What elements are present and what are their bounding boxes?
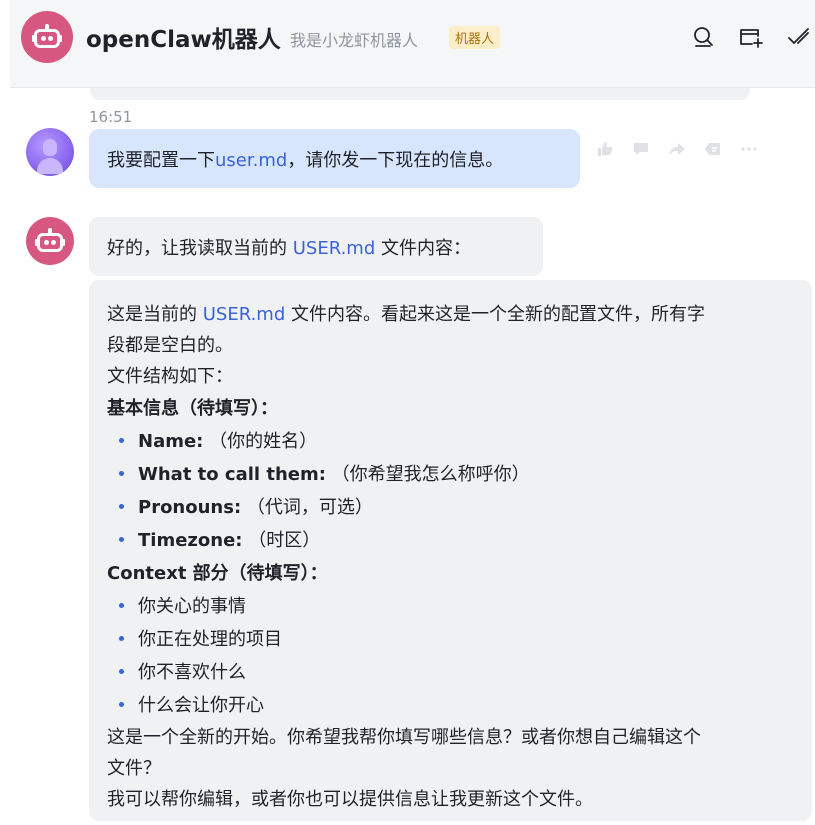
list-item: Pronouns: （代词，可选） xyxy=(119,493,373,519)
structure-line: 文件结构如下： xyxy=(107,366,233,387)
bot-reply-avatar[interactable] xyxy=(26,217,74,265)
intro-line-1: 这是当前的 USER.md 文件内容。看起来这是一个全新的配置文件，所有字 xyxy=(107,300,705,326)
comment-icon[interactable] xyxy=(628,136,654,162)
bot-avatar[interactable] xyxy=(21,11,73,63)
list-item: What to call them: （你希望我怎么称呼你） xyxy=(119,460,530,486)
intro-line-2: 段都是空白的。 xyxy=(107,335,233,356)
bot-message-bubble-1: 好的，让我读取当前的 USER.md 文件内容： xyxy=(89,217,543,276)
search-icon[interactable] xyxy=(690,24,716,50)
robot-icon xyxy=(35,228,65,254)
reply-icon[interactable] xyxy=(700,136,726,162)
intro-text-suffix: 文件内容。看起来这是一个全新的配置文件，所有字 xyxy=(285,304,705,325)
user-message-text-suffix: ，请你发一下现在的信息。 xyxy=(287,150,504,171)
list-item: 什么会让你开心 xyxy=(119,691,264,717)
user-message-text: 我要配置一下 xyxy=(107,150,215,171)
new-window-icon[interactable] xyxy=(738,24,764,50)
user-md-link-2[interactable]: USER.md xyxy=(293,238,376,259)
message-timestamp: 16:51 xyxy=(89,108,133,126)
forward-icon[interactable] xyxy=(664,136,690,162)
closing-line-3: 我可以帮你编辑，或者你也可以提供信息让我更新这个文件。 xyxy=(107,789,593,810)
bot-tag: 机器人 xyxy=(449,26,501,49)
user-md-link[interactable]: user.md xyxy=(215,150,287,171)
previous-message-edge xyxy=(90,88,750,100)
bot-reply-1-text: 好的，让我读取当前的 xyxy=(107,238,293,259)
intro-text: 这是当前的 xyxy=(107,304,203,325)
list-item: Timezone: （时区） xyxy=(119,526,320,552)
bot-message-bubble-2: 这是当前的 USER.md 文件内容。看起来这是一个全新的配置文件，所有字 段都… xyxy=(89,280,812,821)
list-item: 你正在处理的项目 xyxy=(119,625,282,651)
list-item: 你关心的事情 xyxy=(119,592,246,618)
robot-icon xyxy=(32,24,62,50)
closing-line-1: 这是一个全新的开始。你希望我帮你填写哪些信息？或者你想自己编辑这个 xyxy=(107,727,701,748)
list-item: Name: （你的姓名） xyxy=(119,427,317,453)
chat-title: openClaw机器人 xyxy=(86,27,281,53)
user-md-link-3[interactable]: USER.md xyxy=(203,304,286,325)
section-1-heading: 基本信息（待填写）： xyxy=(107,398,278,419)
done-icon[interactable] xyxy=(786,24,812,50)
chat-subtitle: 我是小龙虾机器人 xyxy=(290,31,419,50)
more-icon[interactable] xyxy=(736,136,762,162)
message-actions xyxy=(592,136,762,162)
bot-reply-1-text-suffix: 文件内容： xyxy=(375,238,471,259)
list-item: 你不喜欢什么 xyxy=(119,658,246,684)
section-2-heading: Context 部分（待填写）： xyxy=(107,563,328,584)
chat-header: openClaw机器人 我是小龙虾机器人 机器人 xyxy=(10,0,815,88)
closing-line-2: 文件？ xyxy=(107,758,161,779)
thumbs-up-icon[interactable] xyxy=(592,136,618,162)
user-message-bubble: 我要配置一下user.md，请你发一下现在的信息。 xyxy=(89,129,580,188)
user-avatar[interactable] xyxy=(26,128,74,176)
